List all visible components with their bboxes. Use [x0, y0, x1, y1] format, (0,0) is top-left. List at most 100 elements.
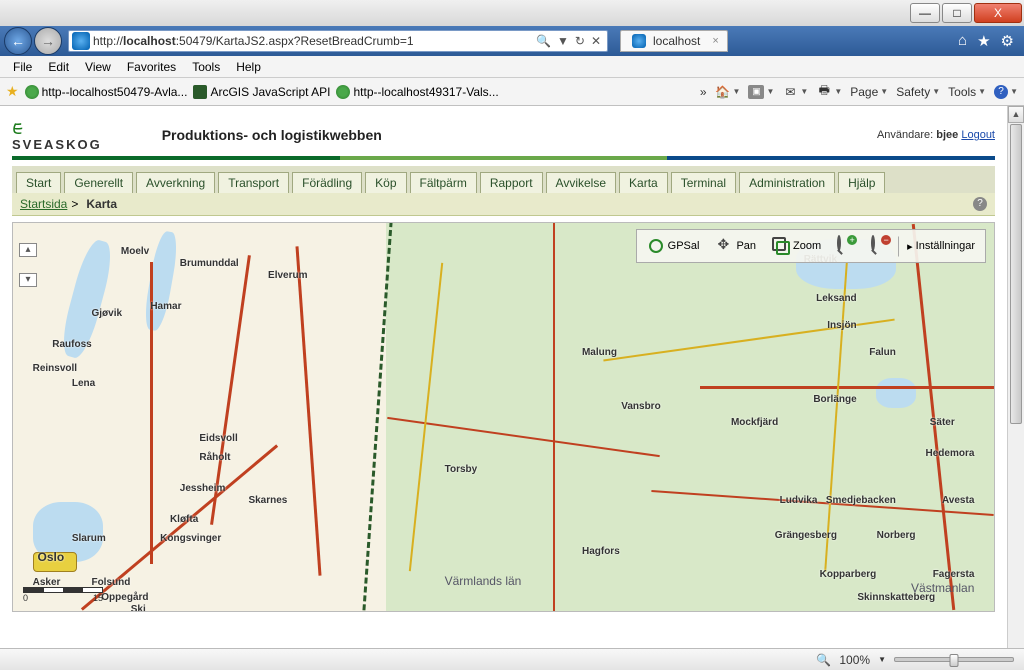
- address-bar[interactable]: http://localhost:50479/KartaJS2.aspx?Res…: [68, 30, 608, 52]
- tab-transport[interactable]: Transport: [218, 172, 289, 193]
- scroll-thumb[interactable]: [1010, 124, 1022, 424]
- vertical-scrollbar[interactable]: ▲ ▼: [1007, 106, 1024, 670]
- cmd-feeds[interactable]: ▣▼: [748, 85, 774, 99]
- zoom-level-label[interactable]: 100%: [839, 653, 870, 667]
- cmd-safety[interactable]: Safety▼: [896, 85, 940, 99]
- zoom-dropdown-icon[interactable]: ▼: [878, 655, 886, 664]
- favorites-icon[interactable]: ★: [977, 32, 990, 50]
- map-scale-bar: 015: [23, 587, 103, 603]
- menu-view[interactable]: View: [78, 58, 118, 76]
- logout-link[interactable]: Logout: [961, 129, 995, 141]
- city-oppegard: Oppegård: [101, 592, 148, 603]
- region-varmland: Värmlands län: [445, 574, 522, 588]
- browser-tab[interactable]: localhost ×: [620, 30, 728, 52]
- bookmark-1[interactable]: ArcGIS JavaScript API: [193, 85, 330, 99]
- window-close-button[interactable]: X: [974, 3, 1022, 23]
- tab-generellt[interactable]: Generellt: [64, 172, 133, 193]
- window-maximize-button[interactable]: □: [942, 3, 972, 23]
- city-torsby: Torsby: [445, 464, 478, 475]
- tab-hjalp[interactable]: Hjälp: [838, 172, 885, 193]
- map-expand-down[interactable]: ▾: [19, 273, 37, 287]
- tab-start[interactable]: Start: [16, 172, 61, 193]
- city-reinsvoll: Reinsvoll: [33, 363, 77, 374]
- map-basemap: Oslo Hamar Gjøvik Moelv Brumunddal Elver…: [13, 223, 994, 611]
- city-kopparberg: Kopparberg: [820, 569, 877, 580]
- browser-tab-strip: localhost ×: [620, 30, 728, 52]
- tab-foradling[interactable]: Förädling: [292, 172, 362, 193]
- add-favorite-icon[interactable]: ★: [6, 83, 19, 100]
- tab-favicon: [632, 34, 646, 48]
- menu-help[interactable]: Help: [229, 58, 268, 76]
- cmd-tools[interactable]: Tools▼: [948, 85, 986, 99]
- map-expand-controls: ▴ ▾: [19, 243, 37, 287]
- pan-icon: [715, 237, 733, 255]
- region-vastmanland: Västmanlan: [911, 581, 974, 595]
- city-elverum: Elverum: [268, 270, 307, 281]
- tab-close-icon[interactable]: ×: [712, 35, 718, 47]
- favorites-bar: ★ http--localhost50479-Avla... ArcGIS Ja…: [0, 78, 1024, 106]
- cmd-mail[interactable]: ✉▼: [782, 85, 808, 99]
- cmd-home[interactable]: 🏠▼: [715, 85, 741, 99]
- menu-tools[interactable]: Tools: [185, 58, 227, 76]
- zoom-magnifier-icon[interactable]: 🔍: [816, 653, 831, 667]
- bookmarks-overflow[interactable]: »: [700, 85, 707, 99]
- map-pan-tool[interactable]: Pan: [708, 233, 763, 259]
- scroll-up[interactable]: ▲: [1008, 106, 1024, 123]
- bookmark-2[interactable]: http--localhost49317-Vals...: [336, 85, 498, 99]
- user-name: bjee: [936, 129, 958, 141]
- map-zoom-out[interactable]: −: [864, 233, 896, 259]
- tab-terminal[interactable]: Terminal: [671, 172, 736, 193]
- city-ski: Ski: [131, 604, 146, 612]
- cmd-print[interactable]: 🖶▼: [816, 85, 842, 99]
- zoom-slider[interactable]: [894, 657, 1014, 662]
- tab-kop[interactable]: Köp: [365, 172, 406, 193]
- tab-rapport[interactable]: Rapport: [480, 172, 543, 193]
- city-jessheim: Jessheim: [180, 483, 226, 494]
- forward-button[interactable]: →: [34, 27, 62, 55]
- stop-icon[interactable]: ✕: [591, 34, 601, 48]
- home-icon[interactable]: ⌂: [958, 32, 967, 50]
- map-expand-up[interactable]: ▴: [19, 243, 37, 257]
- city-smedjebacken: Smedjebacken: [826, 495, 896, 506]
- tab-karta[interactable]: Karta: [619, 172, 668, 193]
- breadcrumb-home[interactable]: Startsida: [20, 197, 67, 211]
- zoom-slider-thumb[interactable]: [950, 654, 959, 667]
- city-fagersta: Fagersta: [933, 569, 975, 580]
- city-oslo: Oslo: [38, 550, 65, 564]
- menu-favorites[interactable]: Favorites: [120, 58, 183, 76]
- menu-file[interactable]: File: [6, 58, 39, 76]
- city-lena: Lena: [72, 378, 95, 389]
- map-zoom-tool[interactable]: Zoom: [765, 233, 828, 259]
- brand-stripe: [12, 156, 995, 160]
- browser-status-bar: 🔍 100% ▼: [0, 648, 1024, 670]
- brand-logo: ᰀ SVEASKOG: [12, 119, 102, 152]
- tab-administration[interactable]: Administration: [739, 172, 835, 193]
- city-kongsvinger: Kongsvinger: [160, 533, 221, 544]
- search-icon[interactable]: 🔍: [536, 34, 551, 48]
- cmd-help[interactable]: ?▼: [994, 85, 1018, 99]
- tab-avverkning[interactable]: Avverkning: [136, 172, 215, 193]
- tab-avvikelse[interactable]: Avvikelse: [546, 172, 616, 193]
- city-skarnes: Skarnes: [248, 495, 287, 506]
- refresh-icon[interactable]: ↻: [575, 34, 585, 48]
- tab-faltparm[interactable]: Fältpärm: [410, 172, 477, 193]
- menu-edit[interactable]: Edit: [41, 58, 76, 76]
- map-zoom-in[interactable]: +: [830, 233, 862, 259]
- dropdown-icon[interactable]: ▼: [557, 34, 569, 48]
- browser-nav-bar: ← → http://localhost:50479/KartaJS2.aspx…: [0, 26, 1024, 56]
- arcgis-icon: [193, 85, 207, 99]
- map-gps-tool[interactable]: GPSal: [640, 233, 707, 259]
- map-settings-button[interactable]: ▸ Inställningar: [898, 236, 982, 257]
- city-insjon: Insjön: [827, 320, 856, 331]
- back-button[interactable]: ←: [4, 27, 32, 55]
- bookmark-0[interactable]: http--localhost50479-Avla...: [25, 85, 188, 99]
- map-viewport[interactable]: Oslo Hamar Gjøvik Moelv Brumunddal Elver…: [12, 222, 995, 612]
- city-leksand: Leksand: [816, 293, 857, 304]
- city-klofta: Kløfta: [170, 514, 198, 525]
- window-minimize-button[interactable]: —: [910, 3, 940, 23]
- cmd-page[interactable]: Page▼: [850, 85, 888, 99]
- help-icon[interactable]: ?: [973, 197, 987, 211]
- city-sater: Säter: [930, 417, 955, 428]
- settings-icon[interactable]: ⚙: [1001, 32, 1014, 50]
- page-title: Produktions- och logistikwebben: [162, 127, 382, 143]
